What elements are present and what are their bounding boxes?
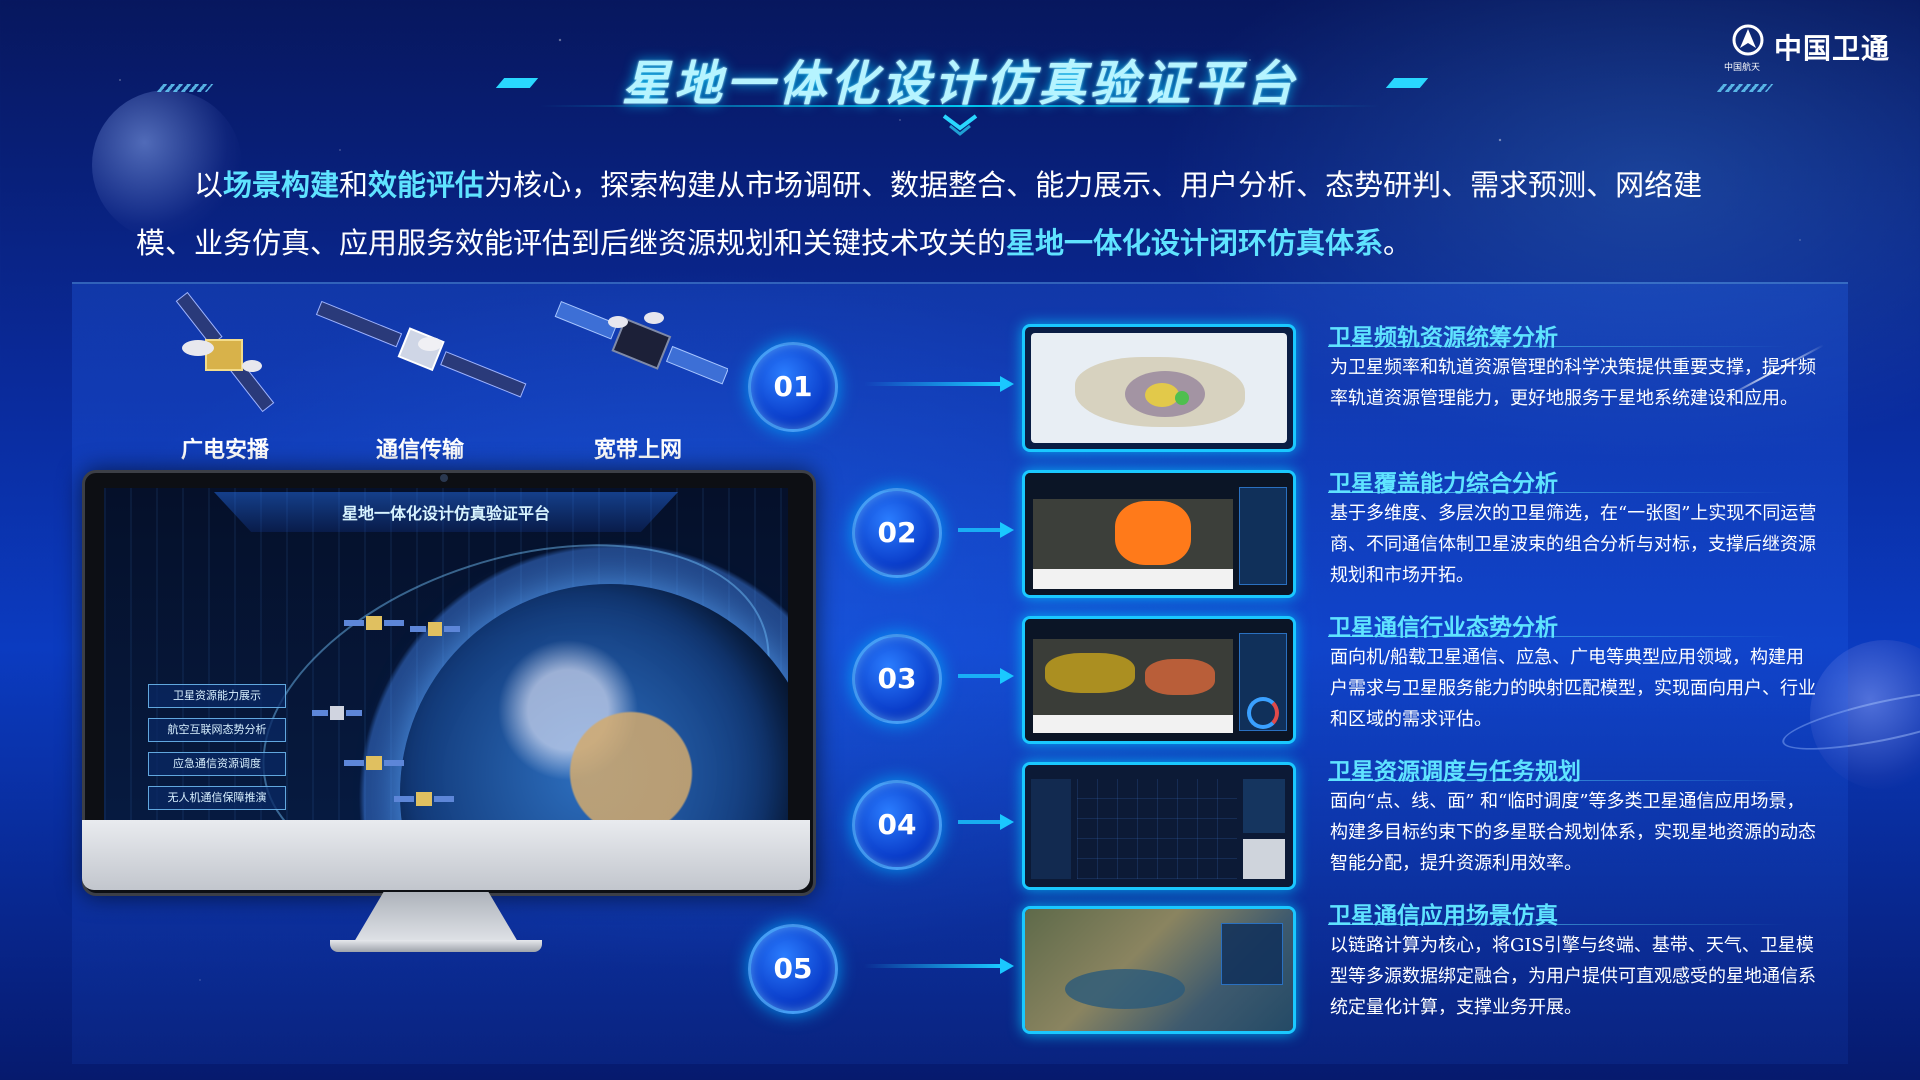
screen-menu-item[interactable]: 无人机通信保障推演 [148, 786, 286, 810]
arrow-right-icon [864, 376, 1014, 392]
satellite-broadcast: 广电安播 [140, 282, 310, 464]
intro-paragraph: 以场景构建和效能评估为核心，探索构建从市场调研、数据整合、能力展示、用户分析、态… [136, 156, 1756, 272]
arrow-right-icon [958, 814, 1014, 830]
satellite-communication: 通信传输 [310, 282, 530, 464]
step-desc-04: 面向“点、线、面” 和“临时调度”等多类卫星通信应用场景，构建多目标约束下的多星… [1330, 791, 1816, 874]
satellite-icon [394, 792, 454, 806]
intro-text-1: 以 [194, 168, 224, 202]
step-desc-03: 面向机/船载卫星通信、应急、广电等典型应用领域，构建用户需求与卫星服务能力的映射… [1330, 647, 1816, 730]
intro-highlight-system: 星地一体化设计闭环仿真体系 [1006, 226, 1384, 260]
intro-text-4: 。 [1383, 226, 1413, 260]
arrow-right-icon [958, 522, 1014, 538]
logo-text: 中国卫通 [1773, 32, 1890, 65]
logo-subtext: 中国航天 [1723, 63, 1760, 73]
arrow-right-icon [958, 668, 1014, 684]
step-badge-01: 01 [748, 342, 838, 432]
satellite-icon [344, 616, 404, 630]
step-title-underline [1328, 780, 1788, 781]
step-title-underline [1328, 636, 1788, 637]
thumbnail-industry-situation-map[interactable] [1022, 616, 1296, 744]
thumbnail-scheduling-dashboard[interactable] [1022, 762, 1296, 890]
step-badge-04: 04 [852, 780, 942, 870]
monitor-bezel [82, 820, 810, 890]
monitor-screen: 星地一体化设计仿真验证平台 卫星资源能力展示 航空互联网态势分析 应急通信资源调… [104, 488, 788, 820]
step-desc-02: 基于多维度、多层次的卫星筛选，在“一张图”上实现不同运营商、不同通信体制卫星波束… [1330, 503, 1817, 586]
satellite-icon [410, 622, 460, 636]
step-desc-05: 以链路计算为核心，将GIS引擎与终端、基带、天气、卫星模型等多源数据绑定融合，为… [1330, 935, 1816, 1018]
satellite-icon [344, 756, 404, 770]
page-title: 星地一体化设计仿真验证平台 [621, 56, 1298, 112]
intro-highlight-scene: 场景构建 [223, 168, 340, 202]
screen-menu-item[interactable]: 航空互联网态势分析 [148, 718, 286, 742]
china-satcom-emblem-icon: 中国航天 [1724, 24, 1766, 73]
screen-title: 星地一体化设计仿真验证平台 [341, 504, 550, 523]
brand-logo: 中国航天 中国卫通 [1724, 24, 1890, 73]
arrow-right-icon [864, 958, 1014, 974]
step-title-underline [1328, 346, 1788, 347]
step-badge-03: 03 [852, 634, 942, 724]
step-title-underline [1328, 492, 1788, 493]
step-title-underline [1328, 924, 1788, 925]
step-badge-02: 02 [852, 488, 942, 578]
step-badge-05: 05 [748, 924, 838, 1014]
screen-menu-item[interactable]: 卫星资源能力展示 [148, 684, 286, 708]
thumbnail-frequency-orbit-map[interactable] [1022, 324, 1296, 452]
intro-text-2: 和 [339, 168, 369, 202]
screen-menu-item[interactable]: 应急通信资源调度 [148, 752, 286, 776]
monitor-display: 星地一体化设计仿真验证平台 卫星资源能力展示 航空互联网态势分析 应急通信资源调… [82, 470, 816, 896]
broadband-satellite-icon [554, 300, 729, 385]
thumbnail-scenario-simulation[interactable] [1022, 906, 1296, 1034]
thumbnail-coverage-map[interactable] [1022, 470, 1296, 598]
webcam-icon [440, 474, 448, 482]
satellite-label: 宽带上网 [593, 438, 682, 463]
satellite-label: 广电安播 [180, 438, 269, 463]
intro-highlight-evaluation: 效能评估 [368, 168, 485, 202]
header: 星地一体化设计仿真验证平台 中国航天 中国卫通 [0, 0, 1920, 136]
chevron-down-icon [942, 114, 978, 136]
communication-satellite-icon [315, 300, 527, 398]
monitor-base [330, 940, 542, 952]
satellite-icon [312, 706, 362, 720]
satellite-label: 通信传输 [375, 438, 464, 463]
satellite-broadband: 宽带上网 [548, 282, 729, 464]
broadcast-satellite-icon [175, 291, 275, 413]
